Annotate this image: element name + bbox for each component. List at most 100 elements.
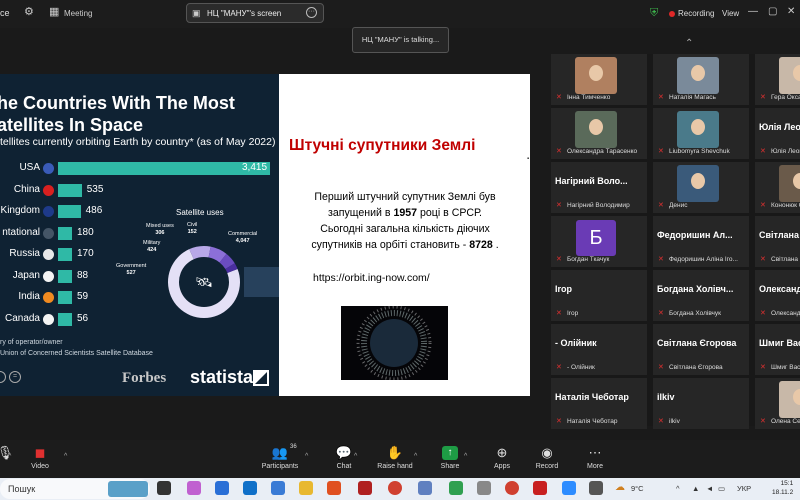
record-button[interactable]: ◉ Record [522, 443, 572, 470]
copilot-icon[interactable] [187, 481, 201, 495]
app-green-icon[interactable] [449, 481, 463, 495]
weather-temp[interactable]: 9°C [631, 484, 644, 493]
participant-tile[interactable]: Світлана Єгор ✕ Світлана Єгорова [755, 216, 800, 267]
view-button[interactable]: View [722, 9, 739, 18]
network-icon[interactable]: ▲ [692, 484, 699, 493]
muted-mic-icon: ✕ [556, 94, 562, 101]
recording-label[interactable]: Recording [678, 9, 714, 18]
more-button[interactable]: ⋯ More [570, 443, 620, 470]
muted-mic-icon: ✕ [760, 310, 766, 317]
shield-icon[interactable]: ⛨ [650, 7, 658, 20]
more-options-icon[interactable]: ··· [306, 7, 317, 18]
chevron-up-tray-icon[interactable]: ^ [676, 484, 680, 493]
participant-tile[interactable]: - Олійник ✕ - Олійник [551, 324, 647, 375]
maximize-icon[interactable]: ▢ [768, 6, 777, 17]
video-caret-icon[interactable]: ^ [64, 453, 67, 460]
apps-icon: ⊕ [496, 445, 508, 460]
participant-tile[interactable]: ✕ Гера Оксана Гн [755, 54, 800, 105]
muted-mic-icon: ✕ [658, 202, 664, 209]
chrome-icon[interactable] [388, 481, 402, 495]
edge-icon[interactable] [271, 481, 285, 495]
widgets-icon[interactable] [215, 481, 229, 495]
participant-tile[interactable]: Олександр Щ ✕ Олександр Ще [755, 270, 800, 321]
participant-video [677, 57, 719, 94]
participant-tile[interactable]: Нагірний Воло... ✕ Нагірний Володимир [551, 162, 647, 213]
app-red-icon[interactable] [533, 481, 547, 495]
muted-mic-icon: ✕ [658, 94, 664, 101]
participants-caret-icon[interactable]: ^ [305, 453, 308, 460]
muted-mic-icon: ✕ [556, 418, 562, 425]
muted-mic-icon: ✕ [658, 256, 664, 263]
participant-tile[interactable]: ✕ Кононюк Олена [755, 162, 800, 213]
firefox-icon[interactable] [327, 481, 341, 495]
chat-label: Chat [336, 463, 352, 470]
chat-button[interactable]: 💬 Chat [319, 443, 369, 470]
raise-hand-button[interactable]: ✋ Raise hand [370, 443, 420, 470]
participant-tile[interactable]: ✕ Інна Тимченко [551, 54, 647, 105]
muted-mic-icon: ✕ [556, 148, 562, 155]
participant-tile[interactable]: ilkiv ✕ ilkiv [653, 378, 749, 429]
share-caret-icon[interactable]: ^ [464, 453, 467, 460]
muted-mic-icon: ✕ [760, 148, 766, 155]
participant-tile[interactable]: Наталія Чеботар ✕ Наталія Чеботар [551, 378, 647, 429]
apps-button[interactable]: ⊕ Apps [477, 443, 527, 470]
participant-name-label: Кононюк Олена [771, 202, 800, 209]
footnote-2: Union of Concerned Scientists Satellite … [0, 350, 153, 357]
slide-text-panel: Штучні супутники Землі Перший штучний су… [279, 74, 530, 396]
gear-icon[interactable]: ⚙ [24, 7, 34, 18]
photos-icon[interactable] [418, 481, 432, 495]
screen-share-pill[interactable]: ▣ НЦ "МАНУ"'s screen ··· [186, 3, 324, 23]
participants-button[interactable]: 👥 Participants [255, 443, 305, 470]
participant-tile[interactable]: Світлана Єгорова ✕ Світлана Єгорова [653, 324, 749, 375]
participant-tile[interactable]: Федоришин Ал... ✕ Федоришин Аліна Іго... [653, 216, 749, 267]
volume-icon[interactable]: ◄ [706, 484, 713, 493]
muted-mic-icon: ✕ [658, 310, 664, 317]
earth-satellites-image [341, 306, 448, 380]
video-button[interactable]: ◼ Video [15, 443, 65, 470]
taskbar-search[interactable]: Пошук [0, 479, 150, 499]
participant-tile[interactable]: Богдана Холівч... ✕ Богдана Холівчук [653, 270, 749, 321]
chevron-up-icon[interactable]: ⌃ [685, 38, 693, 49]
share-label: Share [440, 463, 460, 470]
participant-display-name: Федоришин Ал... [657, 230, 733, 240]
hand-icon: ✋ [386, 445, 404, 460]
mic-caret-icon[interactable]: ^ [8, 453, 11, 460]
participant-tile[interactable]: Irop ✕ Irop [551, 270, 647, 321]
participant-tile[interactable]: ✕ Олександра Тарасенко [551, 108, 647, 159]
infographic: he Countries With The Most atellites In … [0, 74, 279, 396]
task-view-icon[interactable] [157, 481, 171, 495]
app-icon[interactable] [358, 481, 372, 495]
chat-caret-icon[interactable]: ^ [354, 453, 357, 460]
muted-mic-icon: ✕ [658, 148, 664, 155]
language-indicator[interactable]: УКР [737, 484, 751, 493]
chrome-icon-2[interactable] [505, 481, 519, 495]
participant-name-label: Олександра Тарасенко [567, 148, 638, 155]
participant-tile[interactable]: ✕ Наталія Магась [653, 54, 749, 105]
minimize-icon[interactable]: — [748, 6, 758, 17]
participant-video [677, 165, 719, 202]
screen-icon: ▣ [192, 8, 201, 18]
shared-slide: he Countries With The Most atellites In … [0, 74, 530, 396]
outlook-icon[interactable] [243, 481, 257, 495]
participant-tile[interactable]: ✕ Liubomyra Shevchuk [653, 108, 749, 159]
zoom-icon[interactable] [562, 481, 576, 495]
clock[interactable]: 15:1 18.11.2 [772, 479, 793, 497]
participant-name-label: Наталія Магась [669, 94, 716, 101]
app-dark-icon[interactable] [589, 481, 603, 495]
raise-hand-caret-icon[interactable]: ^ [414, 453, 417, 460]
participant-name-label: Олена Семене [771, 418, 800, 425]
close-icon[interactable]: ✕ [787, 6, 795, 17]
participant-video [779, 381, 800, 418]
participant-tile[interactable]: Б ✕ Богдан Ткачук [551, 216, 647, 267]
share-button[interactable]: ↑ Share [425, 443, 475, 470]
muted-mic-icon: ✕ [556, 256, 562, 263]
participant-tile[interactable]: ✕ Денис [653, 162, 749, 213]
file-explorer-icon[interactable] [299, 481, 313, 495]
participant-display-name: Юлія Леоне [759, 122, 800, 132]
participant-tile[interactable]: ✕ Олена Семене [755, 378, 800, 429]
participant-tile[interactable]: Юлія Леоне ✕ Юлія Леоненко [755, 108, 800, 159]
participant-tile[interactable]: Шмиг Васи ✕ Шмиг Василь [755, 324, 800, 375]
recording-dot-icon [669, 11, 675, 17]
app-gray-icon[interactable] [477, 481, 491, 495]
battery-icon[interactable]: ▭ [718, 484, 725, 493]
